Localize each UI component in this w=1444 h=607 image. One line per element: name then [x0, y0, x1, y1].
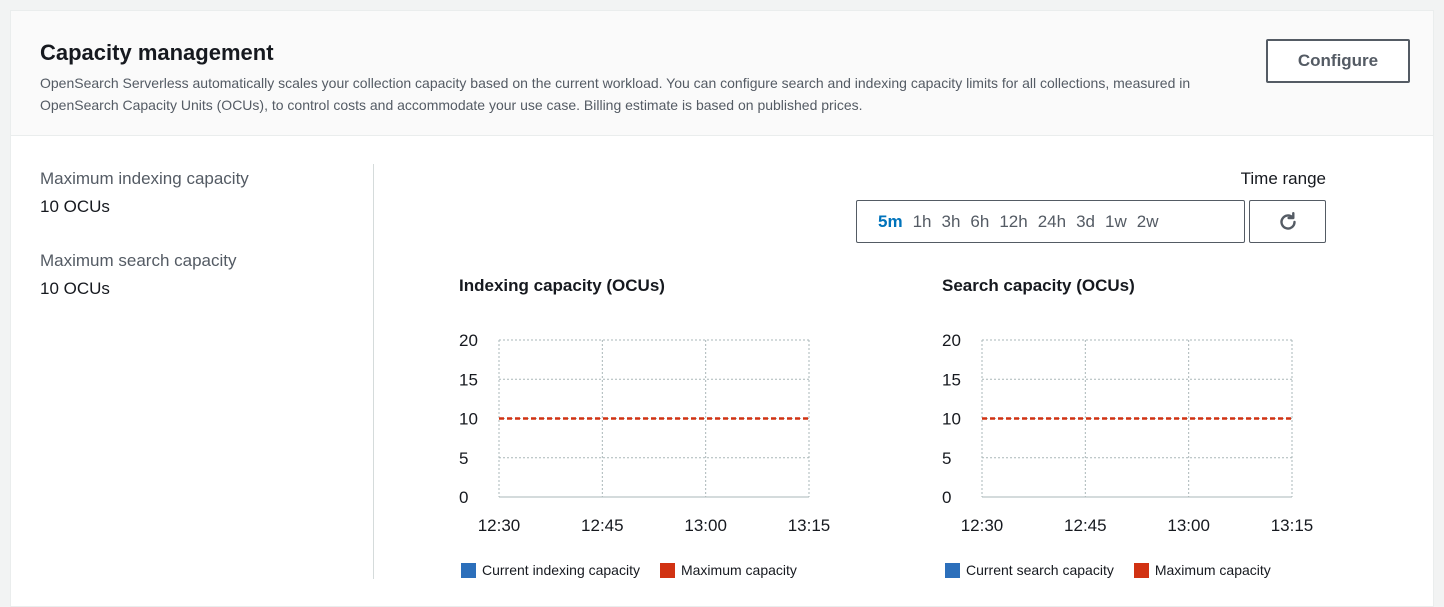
legend-swatch: [945, 562, 960, 578]
legend-item-maximum[interactable]: Maximum capacity: [1133, 562, 1271, 578]
capacity-management-panel: Capacity management OpenSearch Serverles…: [10, 10, 1434, 607]
time-range-segmented-control: 5m 1h 3h 6h 12h 24h 3d 1w 2w: [856, 200, 1245, 243]
max-indexing-label: Maximum indexing capacity: [40, 169, 249, 188]
legend-swatch: [461, 562, 476, 578]
legend-item-current[interactable]: Current indexing capacity: [461, 562, 640, 578]
panel-description: OpenSearch Serverless automatically scal…: [40, 75, 1191, 113]
column-divider: [373, 164, 374, 579]
search-chart-legend: Current search capacity Maximum capacity: [945, 562, 1291, 578]
capacity-settings: Maximum indexing capacity 10 OCUs Maximu…: [40, 169, 360, 299]
legend-swatch: [659, 562, 675, 578]
x-tick-label: 12:30: [478, 516, 521, 535]
max-search-setting: Maximum search capacity 10 OCUs: [40, 251, 360, 299]
time-range-option-1h[interactable]: 1h: [908, 212, 937, 232]
y-tick-label: 0: [459, 488, 468, 507]
x-tick-label: 13:15: [788, 516, 831, 535]
time-range-option-1w[interactable]: 1w: [1100, 212, 1132, 232]
indexing-chart-legend: Current indexing capacity Maximum capacit…: [461, 562, 817, 578]
time-range-option-3h[interactable]: 3h: [937, 212, 966, 232]
time-range-option-12h[interactable]: 12h: [994, 212, 1032, 232]
legend-label: Current indexing capacity: [482, 562, 640, 578]
max-indexing-setting: Maximum indexing capacity 10 OCUs: [40, 169, 360, 217]
refresh-icon: [1279, 211, 1296, 230]
time-range-option-6h[interactable]: 6h: [965, 212, 994, 232]
y-tick-label: 20: [459, 331, 478, 350]
y-tick-label: 10: [942, 410, 961, 429]
legend-item-maximum[interactable]: Maximum capacity: [659, 562, 797, 578]
max-search-value: 10 OCUs: [40, 279, 110, 298]
indexing-chart-title: Indexing capacity (OCUs): [459, 276, 665, 295]
y-tick-label: 15: [459, 370, 478, 389]
legend-label: Maximum capacity: [680, 562, 797, 578]
legend-label: Current search capacity: [966, 562, 1114, 578]
search-capacity-chart: 0 5 10 15 20 12:30 12:45 13:00 13:15: [942, 331, 1314, 535]
y-tick-label: 5: [459, 449, 468, 468]
legend-label: Maximum capacity: [1154, 562, 1271, 578]
configure-button[interactable]: Configure: [1266, 39, 1410, 83]
panel-header: Capacity management OpenSearch Serverles…: [11, 11, 1433, 136]
x-tick-label: 13:15: [1271, 516, 1314, 535]
x-tick-label: 12:45: [1064, 516, 1107, 535]
y-tick-label: 20: [942, 331, 961, 350]
y-tick-label: 15: [942, 370, 961, 389]
legend-swatch: [1133, 562, 1149, 578]
search-chart-title: Search capacity (OCUs): [942, 276, 1135, 295]
indexing-capacity-chart: 0 5 10 15 20 12:30 12:45 13:00 13:15: [459, 331, 831, 535]
legend-item-current[interactable]: Current search capacity: [945, 562, 1114, 578]
y-tick-label: 0: [942, 488, 951, 507]
max-search-label: Maximum search capacity: [40, 251, 237, 270]
time-range-label: Time range: [1240, 169, 1326, 188]
time-range-option-24h[interactable]: 24h: [1033, 212, 1071, 232]
x-tick-label: 13:00: [684, 516, 727, 535]
refresh-button[interactable]: [1249, 200, 1326, 243]
x-tick-label: 13:00: [1167, 516, 1210, 535]
y-tick-label: 5: [942, 449, 951, 468]
time-range-option-2w[interactable]: 2w: [1132, 212, 1164, 232]
panel-title: Capacity management: [40, 40, 274, 65]
x-tick-label: 12:45: [581, 516, 624, 535]
time-range-option-3d[interactable]: 3d: [1071, 212, 1100, 232]
time-range-option-5m[interactable]: 5m: [873, 212, 908, 232]
x-tick-label: 12:30: [961, 516, 1004, 535]
y-tick-label: 10: [459, 410, 478, 429]
max-indexing-value: 10 OCUs: [40, 197, 110, 216]
